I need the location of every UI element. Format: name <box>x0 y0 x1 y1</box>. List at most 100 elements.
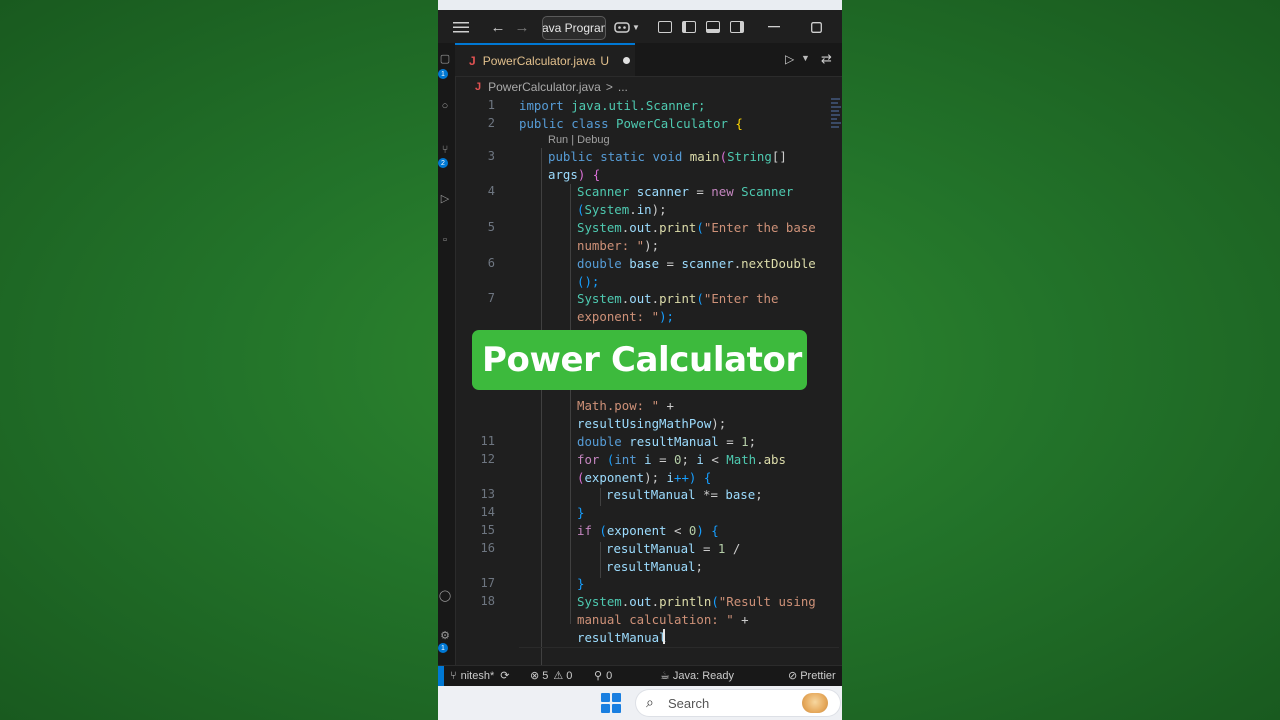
ports-icon: ⚲ <box>594 670 603 682</box>
problems-item[interactable]: ⊗ 5 ⚠ 0 <box>530 669 573 683</box>
line-number: 2 <box>487 116 495 130</box>
toggle-panel-icon[interactable] <box>706 17 720 37</box>
line-number: 13 <box>480 487 495 501</box>
tab-git-status: U <box>600 53 610 68</box>
windows-start-icon[interactable] <box>601 693 621 713</box>
code-line: } <box>577 505 585 520</box>
code-line-wrap: manual calculation: " + <box>577 612 749 627</box>
toggle-secondary-sidebar-icon[interactable] <box>730 17 744 37</box>
code-line-wrap: (exponent); i++) { <box>577 470 712 485</box>
code-line: resultManual *= base; <box>606 487 763 502</box>
code-line: public static void main(String[] <box>548 149 787 164</box>
breadcrumb-file[interactable]: PowerCalculator.java <box>488 80 601 94</box>
breadcrumb-symbol[interactable]: ... <box>618 80 628 94</box>
code-line-wrap: args) { <box>548 167 601 182</box>
toggle-primary-sidebar-icon[interactable] <box>682 17 696 37</box>
line-number: 6 <box>487 256 495 270</box>
java-status-item[interactable]: ☕ Java: Ready <box>660 669 734 683</box>
line-number: 15 <box>480 523 495 537</box>
code-line: Scanner scanner = new Scanner <box>577 184 794 199</box>
run-debug-icon[interactable]: ▷ <box>438 191 452 205</box>
search-placeholder: Search <box>668 696 710 711</box>
java-file-icon: J <box>469 53 476 68</box>
search-highlight-image[interactable] <box>802 693 828 713</box>
hamburger-menu-icon[interactable] <box>450 17 472 37</box>
taskbar-search-box[interactable]: ⌕ Search <box>636 690 840 716</box>
indent-guide <box>541 148 542 688</box>
current-line-highlight <box>519 630 839 648</box>
line-number: 17 <box>480 576 495 590</box>
line-number: 12 <box>480 452 495 466</box>
code-line: System.out.print("Enter the <box>577 291 779 306</box>
open-changes-icon[interactable]: ⇄ <box>821 51 832 67</box>
code-line-wrap: (System.in); <box>577 202 667 217</box>
line-number: 16 <box>480 541 495 555</box>
status-bar: ⑂ nitesh* ⟳ ⊗ 5 ⚠ 0 ⚲ 0 ☕ Java: Ready ⊘ … <box>438 665 842 687</box>
forward-arrow-icon[interactable]: → <box>512 17 532 37</box>
code-line-wrap: (); <box>577 274 600 289</box>
ports-count: 0 <box>606 669 613 682</box>
copilot-icon[interactable]: ▼ <box>614 17 640 37</box>
unsaved-dot-icon[interactable] <box>623 57 631 64</box>
search-magnifier-icon: ⌕ <box>646 694 654 710</box>
code-line-wrap: resultUsingMathPow); <box>577 416 727 431</box>
title-bar: ← → ava Program ▼ <box>438 10 842 43</box>
source-control-icon[interactable]: ⑂ <box>438 143 452 157</box>
editor-tab-bar: J PowerCalculator.java U ▷ ▼ ⇄ <box>455 43 842 77</box>
layout-customize-icon[interactable] <box>658 17 672 37</box>
explorer-icon[interactable]: ▢ <box>438 51 452 65</box>
code-line: double resultManual = 1; <box>577 434 757 449</box>
git-branch-icon: ⑂ <box>450 669 457 682</box>
tab-powercalculator[interactable]: J PowerCalculator.java U <box>455 43 635 76</box>
code-line: if (exponent < 0) { <box>577 523 719 538</box>
command-center-search[interactable]: ava Program <box>542 16 606 40</box>
code-line: System.out.println("Result using <box>577 594 816 609</box>
video-title-banner: Power Calculator <box>472 330 807 390</box>
explorer-badge: 1 <box>438 69 448 79</box>
java-status-icon: ☕ <box>660 670 670 682</box>
line-number: 7 <box>487 291 495 305</box>
code-line: } <box>577 576 585 591</box>
git-branch-item[interactable]: ⑂ nitesh* ⟳ <box>450 669 510 683</box>
breadcrumb-separator: > <box>605 80 613 94</box>
error-count: 5 <box>542 669 549 682</box>
sync-icon: ⟳ <box>500 670 510 682</box>
run-dropdown-chevron-icon[interactable]: ▼ <box>801 53 810 63</box>
prettier-label: Prettier <box>800 669 836 682</box>
window-top-strip <box>438 0 842 10</box>
code-line-wrap: Math.pow: " + <box>577 398 674 413</box>
line-number: 4 <box>487 184 495 198</box>
code-line-wrap: resultManual; <box>606 559 703 574</box>
warning-icon: ⚠ <box>553 670 564 682</box>
minimize-icon[interactable] <box>766 17 782 37</box>
ports-item[interactable]: ⚲ 0 <box>594 669 613 683</box>
line-number: 5 <box>487 220 495 234</box>
line-number: 18 <box>480 594 495 608</box>
settings-badge: 1 <box>438 643 448 653</box>
breadcrumb-java-icon: J <box>475 81 482 93</box>
settings-gear-icon[interactable]: ⚙ <box>438 628 452 642</box>
code-line-wrap: exponent: "); <box>577 309 674 324</box>
remote-indicator[interactable] <box>438 666 444 687</box>
back-arrow-icon[interactable]: ← <box>488 17 508 37</box>
line-number: 1 <box>487 98 495 112</box>
git-branch-label: nitesh* <box>460 669 495 682</box>
search-icon[interactable]: ○ <box>438 99 452 113</box>
run-play-icon[interactable]: ▷ <box>785 52 794 66</box>
warning-count: 0 <box>566 669 573 682</box>
minimap[interactable] <box>831 96 842 156</box>
prettier-item[interactable]: ⊘ Prettier <box>788 669 836 683</box>
indent-guide <box>600 542 601 578</box>
line-number: 14 <box>480 505 495 519</box>
indent-guide <box>570 184 571 624</box>
account-icon[interactable]: ◯ <box>438 588 452 602</box>
extensions-icon[interactable]: ▫ <box>438 233 452 247</box>
source-control-badge: 2 <box>438 158 448 168</box>
windows-taskbar: ⌕ Search <box>438 686 842 720</box>
prettier-icon: ⊘ <box>788 670 798 682</box>
maximize-icon[interactable] <box>808 17 824 37</box>
activity-bar: ▢ 1 ○ ⑂ 2 ▷ ▫ ◯ ⚙ 1 <box>438 43 456 665</box>
run-debug-codelens[interactable]: Run | Debug <box>548 134 610 146</box>
code-line: resultManual = 1 / <box>606 541 741 556</box>
line-number: 3 <box>487 149 495 163</box>
